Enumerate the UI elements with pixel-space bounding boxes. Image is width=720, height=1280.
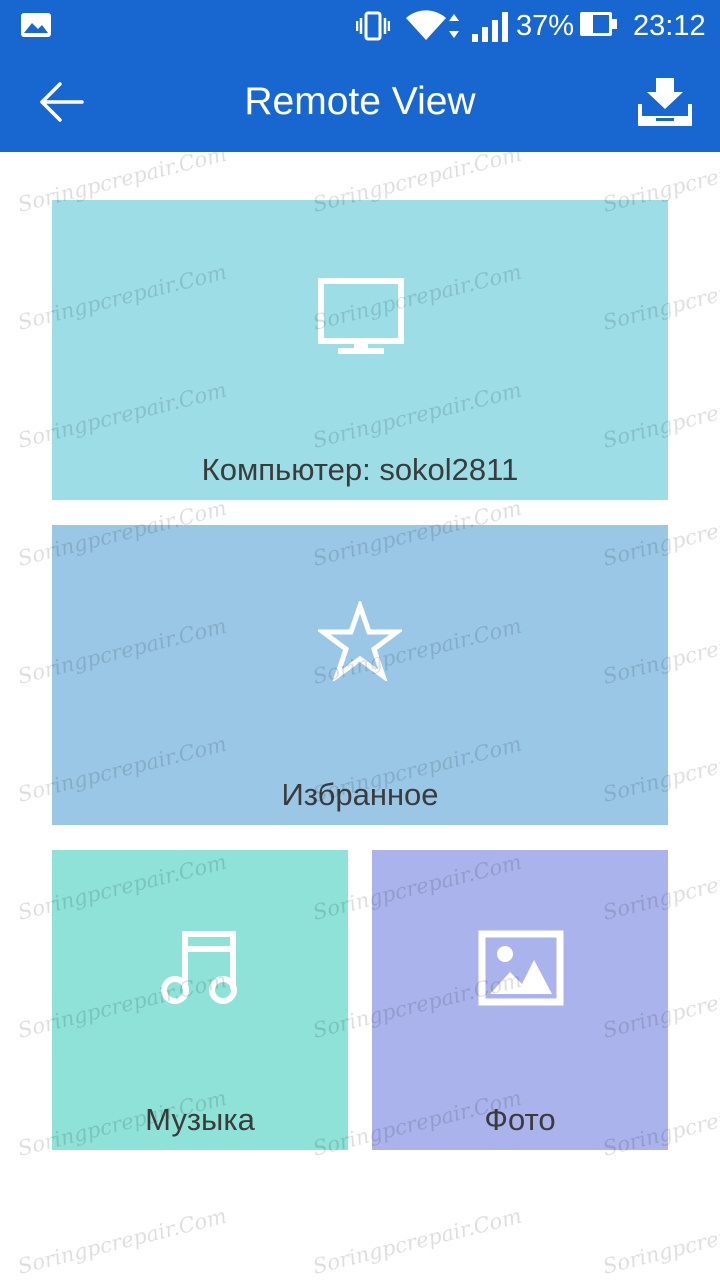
watermark-text: Soringpcrepair.Com: [310, 1204, 524, 1279]
wifi-icon: [406, 10, 459, 40]
signal-icon: [472, 12, 508, 42]
vibrate-icon: [356, 11, 390, 41]
favorites-tile[interactable]: Избранное: [52, 525, 668, 825]
photo-tile-label: Фото: [484, 1102, 556, 1137]
photo-tile[interactable]: Фото: [372, 850, 668, 1150]
monitor-icon: [318, 278, 404, 354]
watermark-text: Soringpcrepair.Com: [600, 1204, 720, 1279]
computer-tile[interactable]: Компьютер: sokol2811: [52, 200, 668, 500]
battery-percent: 37%: [516, 10, 575, 42]
download-button[interactable]: [636, 74, 694, 128]
star-outline-icon: [318, 601, 402, 681]
battery-icon: [580, 12, 618, 38]
image-notification-icon: [21, 13, 51, 37]
music-note-icon: [161, 931, 237, 1004]
watermark-text: Soringpcrepair.Com: [15, 1204, 229, 1279]
image-icon: [478, 930, 564, 1006]
app-bar: Remote View: [0, 52, 720, 152]
status-bar: 37% 23:12: [0, 0, 720, 52]
music-tile-label: Музыка: [145, 1102, 255, 1137]
clock: 23:12: [633, 10, 706, 42]
download-tray-icon: [638, 78, 692, 126]
music-tile[interactable]: Музыка: [52, 850, 348, 1150]
page-title: Remote View: [244, 80, 476, 123]
computer-tile-label: Компьютер: sokol2811: [201, 452, 519, 487]
favorites-tile-label: Избранное: [281, 777, 439, 812]
